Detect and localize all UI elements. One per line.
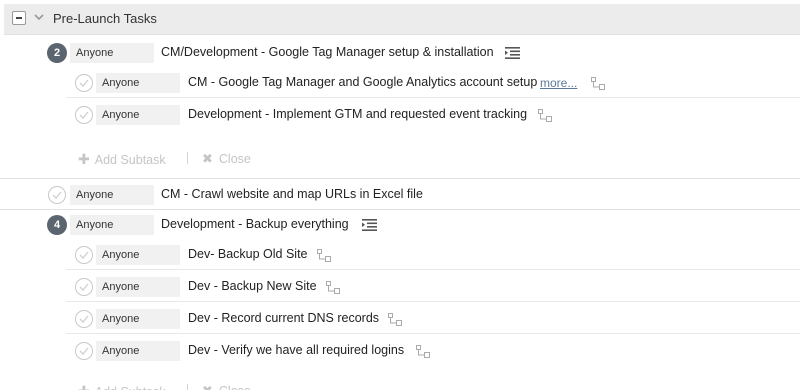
subtask-list-icon[interactable] [505, 47, 520, 59]
close-button[interactable]: ✖ Close [202, 383, 251, 390]
dependency-icon[interactable] [538, 109, 552, 122]
checkmark-icon [79, 79, 89, 87]
more-link[interactable]: more... [540, 76, 577, 90]
subtask-row: Anyone CM - Google Tag Manager and Googl… [0, 68, 800, 98]
subtask-row: Anyone Dev- Backup Old Site [0, 240, 800, 270]
chevron-down-icon[interactable] [33, 11, 45, 23]
subtask-row: Anyone Dev - Verify we have all required… [0, 336, 800, 366]
task-title[interactable]: CM - Crawl website and map URLs in Excel… [161, 187, 423, 201]
dependency-icon[interactable] [591, 77, 605, 90]
task-title[interactable]: Dev - Backup New Site [188, 279, 317, 293]
complete-checkbox[interactable] [48, 186, 66, 204]
complete-checkbox[interactable] [75, 106, 93, 124]
subtask-row: Anyone Development - Implement GTM and r… [0, 100, 800, 130]
checkmark-icon [79, 315, 89, 323]
close-x-icon: ✖ [202, 383, 213, 390]
checkmark-icon [79, 111, 89, 119]
collapse-section-button[interactable] [12, 11, 26, 25]
task-row: 2 Anyone CM/Development - Google Tag Man… [0, 38, 800, 68]
dependency-icon[interactable] [416, 345, 430, 358]
dependency-icon[interactable] [326, 281, 340, 294]
close-button[interactable]: ✖ Close [202, 151, 251, 167]
add-subtask-button[interactable]: ✚ Add Subtask [78, 151, 166, 168]
add-subtask-row: ✚ Add Subtask ✖ Close [0, 366, 800, 390]
task-row: Anyone CM - Crawl website and map URLs i… [0, 180, 800, 210]
dependency-icon[interactable] [388, 313, 402, 326]
subtask-row: Anyone Dev - Backup New Site [0, 272, 800, 302]
add-subtask-row: ✚ Add Subtask ✖ Close [0, 134, 800, 180]
task-title[interactable]: Dev - Verify we have all required logins [188, 343, 404, 357]
assignee-field[interactable]: Anyone [96, 309, 180, 329]
checkmark-icon [79, 283, 89, 291]
complete-checkbox[interactable] [75, 74, 93, 92]
assignee-field[interactable]: Anyone [70, 215, 154, 235]
task-title[interactable]: Development - Implement GTM and requeste… [188, 107, 527, 121]
assignee-field[interactable]: Anyone [96, 105, 180, 125]
assignee-field[interactable]: Anyone [96, 245, 180, 265]
assignee-field[interactable]: Anyone [96, 73, 180, 93]
close-label: Close [218, 152, 251, 166]
task-row: 4 Anyone Development - Backup everything [0, 210, 800, 240]
section-title: Pre-Launch Tasks [53, 11, 157, 26]
plus-icon: ✚ [78, 383, 90, 390]
assignee-field[interactable]: Anyone [96, 277, 180, 297]
checkmark-icon [52, 191, 62, 199]
task-title[interactable]: Dev- Backup Old Site [188, 247, 308, 261]
assignee-field[interactable]: Anyone [70, 43, 154, 63]
complete-checkbox[interactable] [75, 310, 93, 328]
assignee-field[interactable]: Anyone [96, 341, 180, 361]
add-subtask-label: Add Subtask [95, 385, 166, 390]
close-label: Close [219, 384, 251, 390]
task-title[interactable]: Dev - Record current DNS records [188, 311, 379, 325]
add-subtask-button[interactable]: ✚ Add Subtask [78, 383, 166, 390]
close-x-icon: ✖ [202, 151, 213, 166]
checkmark-icon [79, 347, 89, 355]
dependency-icon[interactable] [317, 249, 331, 262]
section-header: Pre-Launch Tasks [4, 4, 800, 35]
subtask-list-icon[interactable] [362, 219, 377, 231]
assignee-field[interactable]: Anyone [70, 185, 154, 205]
complete-checkbox[interactable] [75, 246, 93, 264]
add-subtask-label: Add Subtask [94, 153, 166, 167]
task-title[interactable]: CM/Development - Google Tag Manager setu… [161, 45, 494, 59]
subtask-count-badge[interactable]: 2 [47, 43, 67, 63]
task-title[interactable]: CM - Google Tag Manager and Google Analy… [188, 75, 537, 89]
plus-icon: ✚ [78, 151, 90, 167]
complete-checkbox[interactable] [75, 342, 93, 360]
task-title[interactable]: Development - Backup everything [161, 217, 349, 231]
subtask-count-badge[interactable]: 4 [47, 215, 67, 235]
subtask-row: Anyone Dev - Record current DNS records [0, 304, 800, 334]
checkmark-icon [79, 251, 89, 259]
complete-checkbox[interactable] [75, 278, 93, 296]
